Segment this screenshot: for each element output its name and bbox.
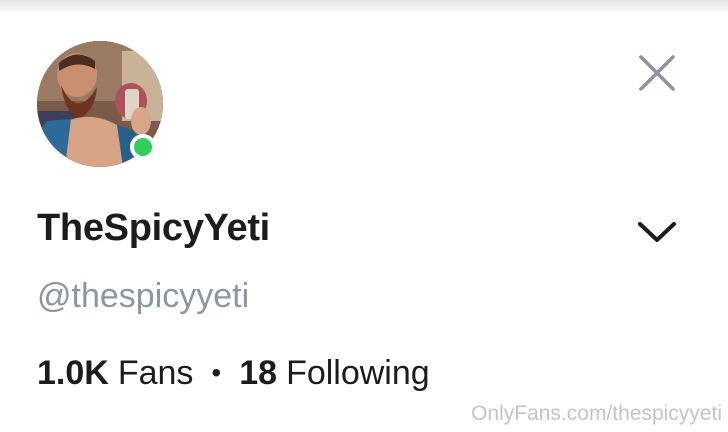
- top-shadow-strip: [0, 0, 728, 14]
- avatar-container[interactable]: [37, 41, 163, 167]
- following-label: Following: [286, 354, 430, 392]
- following-count: 18: [239, 354, 278, 392]
- expand-profile-button[interactable]: [630, 205, 684, 259]
- username: @thespicyyeti: [37, 277, 250, 315]
- close-button[interactable]: [632, 48, 682, 98]
- chevron-down-icon: [638, 222, 676, 242]
- stats-separator: •: [211, 357, 222, 388]
- display-name: TheSpicyYeti: [37, 207, 270, 249]
- online-status-indicator: [130, 134, 156, 160]
- profile-stats: 1.0K Fans • 18 Following: [37, 349, 430, 397]
- fans-label: Fans: [117, 354, 194, 392]
- fans-stat[interactable]: 1.0K Fans: [37, 349, 193, 397]
- close-icon: [639, 55, 675, 91]
- watermark: OnlyFans.com/thespicyyeti: [471, 402, 722, 425]
- following-stat[interactable]: 18 Following: [239, 349, 429, 397]
- fans-count: 1.0K: [37, 354, 109, 392]
